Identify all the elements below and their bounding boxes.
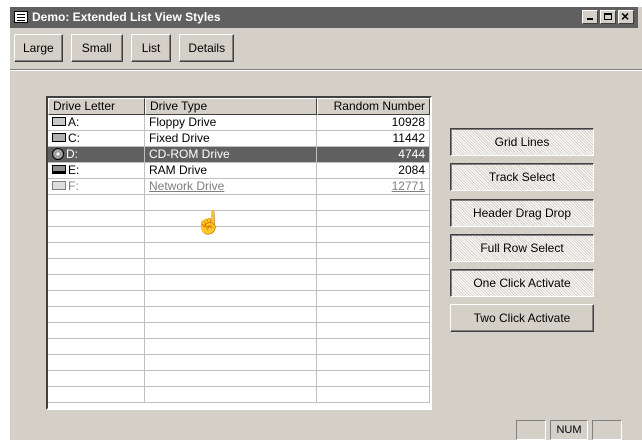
cdrom-drive-icon: [52, 147, 64, 160]
drive-letter-text: C:: [68, 131, 80, 145]
hard-drive-icon: [52, 133, 66, 143]
random-number-text: 4744: [398, 147, 425, 161]
drive-letter-cell: F:: [48, 179, 145, 194]
drive-letter-text: A:: [68, 115, 80, 129]
empty-grid-row: [48, 275, 430, 291]
random-number-text: 10928: [391, 115, 425, 129]
table-row[interactable]: F: Network Drive 12771: [48, 179, 430, 195]
random-number-cell: 4744: [317, 147, 430, 162]
drive-list-view[interactable]: Drive Letter Drive Type Random Number A:…: [46, 96, 432, 410]
drive-letter-text: E:: [68, 163, 80, 177]
list-header: Drive Letter Drive Type Random Number: [48, 98, 430, 115]
column-header-drive-type[interactable]: Drive Type: [145, 98, 317, 115]
full-row-select-button[interactable]: Full Row Select: [450, 234, 594, 262]
app-list-icon[interactable]: [14, 11, 28, 23]
drive-type-cell: Network Drive: [145, 179, 317, 194]
floppy-drive-icon: [52, 117, 66, 127]
column-header-random-number[interactable]: Random Number: [317, 98, 430, 115]
drive-letter-cell: D:: [48, 147, 145, 162]
empty-grid-row: [48, 355, 430, 371]
empty-grid-row: [48, 243, 430, 259]
random-number-cell: 11442: [317, 131, 430, 146]
hand-cursor-icon: ☝: [195, 210, 223, 235]
status-pane-caps: [516, 420, 546, 440]
empty-grid-row: [48, 371, 430, 387]
small-view-button[interactable]: Small: [70, 34, 123, 62]
minimize-icon[interactable]: [582, 10, 598, 24]
empty-grid-row: [48, 259, 430, 275]
empty-grid-row: [48, 323, 430, 339]
drive-type-cell: Floppy Drive: [145, 115, 317, 130]
list-body: A: Floppy Drive 10928 C: Fixed Drive 11442 D: C…: [48, 115, 430, 403]
app-window: Demo: Extended List View Styles Large Sm…: [10, 7, 642, 440]
drive-type-cell: CD-ROM Drive: [145, 147, 317, 162]
random-number-text: 2084: [398, 163, 425, 177]
status-bar: NUM: [10, 417, 642, 440]
header-drag-drop-button[interactable]: Header Drag Drop: [450, 199, 594, 227]
table-row[interactable]: E: RAM Drive 2084: [48, 163, 430, 179]
window-title: Demo: Extended List View Styles: [32, 10, 221, 24]
grid-lines-button[interactable]: Grid Lines: [450, 128, 594, 156]
column-header-drive-letter[interactable]: Drive Letter: [48, 98, 145, 115]
drive-letter-cell: E:: [48, 163, 145, 178]
empty-grid-row: [48, 211, 430, 227]
random-number-text: 11442: [392, 131, 425, 145]
drive-letter-cell: C:: [48, 131, 145, 146]
client-area: Drive Letter Drive Type Random Number A:…: [10, 69, 642, 418]
status-pane-scroll: [592, 420, 622, 440]
view-toolbar: Large Small List Details: [14, 34, 235, 62]
empty-grid-row: [48, 387, 430, 403]
drive-letter-text: D:: [66, 147, 78, 161]
ram-drive-icon: [52, 165, 66, 175]
two-click-activate-button[interactable]: Two Click Activate: [450, 304, 594, 332]
list-view-button[interactable]: List: [130, 34, 172, 62]
empty-grid-row: [48, 227, 430, 243]
title-bar[interactable]: Demo: Extended List View Styles: [10, 7, 638, 28]
track-select-button[interactable]: Track Select: [450, 163, 594, 191]
large-view-button[interactable]: Large: [14, 34, 63, 62]
table-row[interactable]: A: Floppy Drive 10928: [48, 115, 430, 131]
empty-grid-row: [48, 291, 430, 307]
maximize-icon[interactable]: [600, 10, 616, 24]
table-row[interactable]: D: CD-ROM Drive 4744: [48, 147, 430, 163]
close-icon[interactable]: [618, 8, 634, 24]
random-number-cell: 2084: [317, 163, 430, 178]
empty-grid-row: [48, 195, 430, 211]
empty-grid-row: [48, 339, 430, 355]
drive-type-cell: Fixed Drive: [145, 131, 317, 146]
drive-letter-text: F:: [68, 179, 79, 193]
details-view-button[interactable]: Details: [179, 34, 235, 62]
drive-type-cell: RAM Drive: [145, 163, 317, 178]
table-row[interactable]: C: Fixed Drive 11442: [48, 131, 430, 147]
empty-grid-row: [48, 307, 430, 323]
random-number-text: 12771: [391, 179, 425, 193]
random-number-cell: 10928: [317, 115, 430, 130]
one-click-activate-button[interactable]: One Click Activate: [450, 269, 594, 297]
random-number-cell: 12771: [317, 179, 430, 194]
drive-letter-cell: A:: [48, 115, 145, 130]
status-pane-num: NUM: [550, 420, 588, 440]
network-drive-icon: [52, 181, 66, 191]
window-controls: [582, 8, 634, 24]
